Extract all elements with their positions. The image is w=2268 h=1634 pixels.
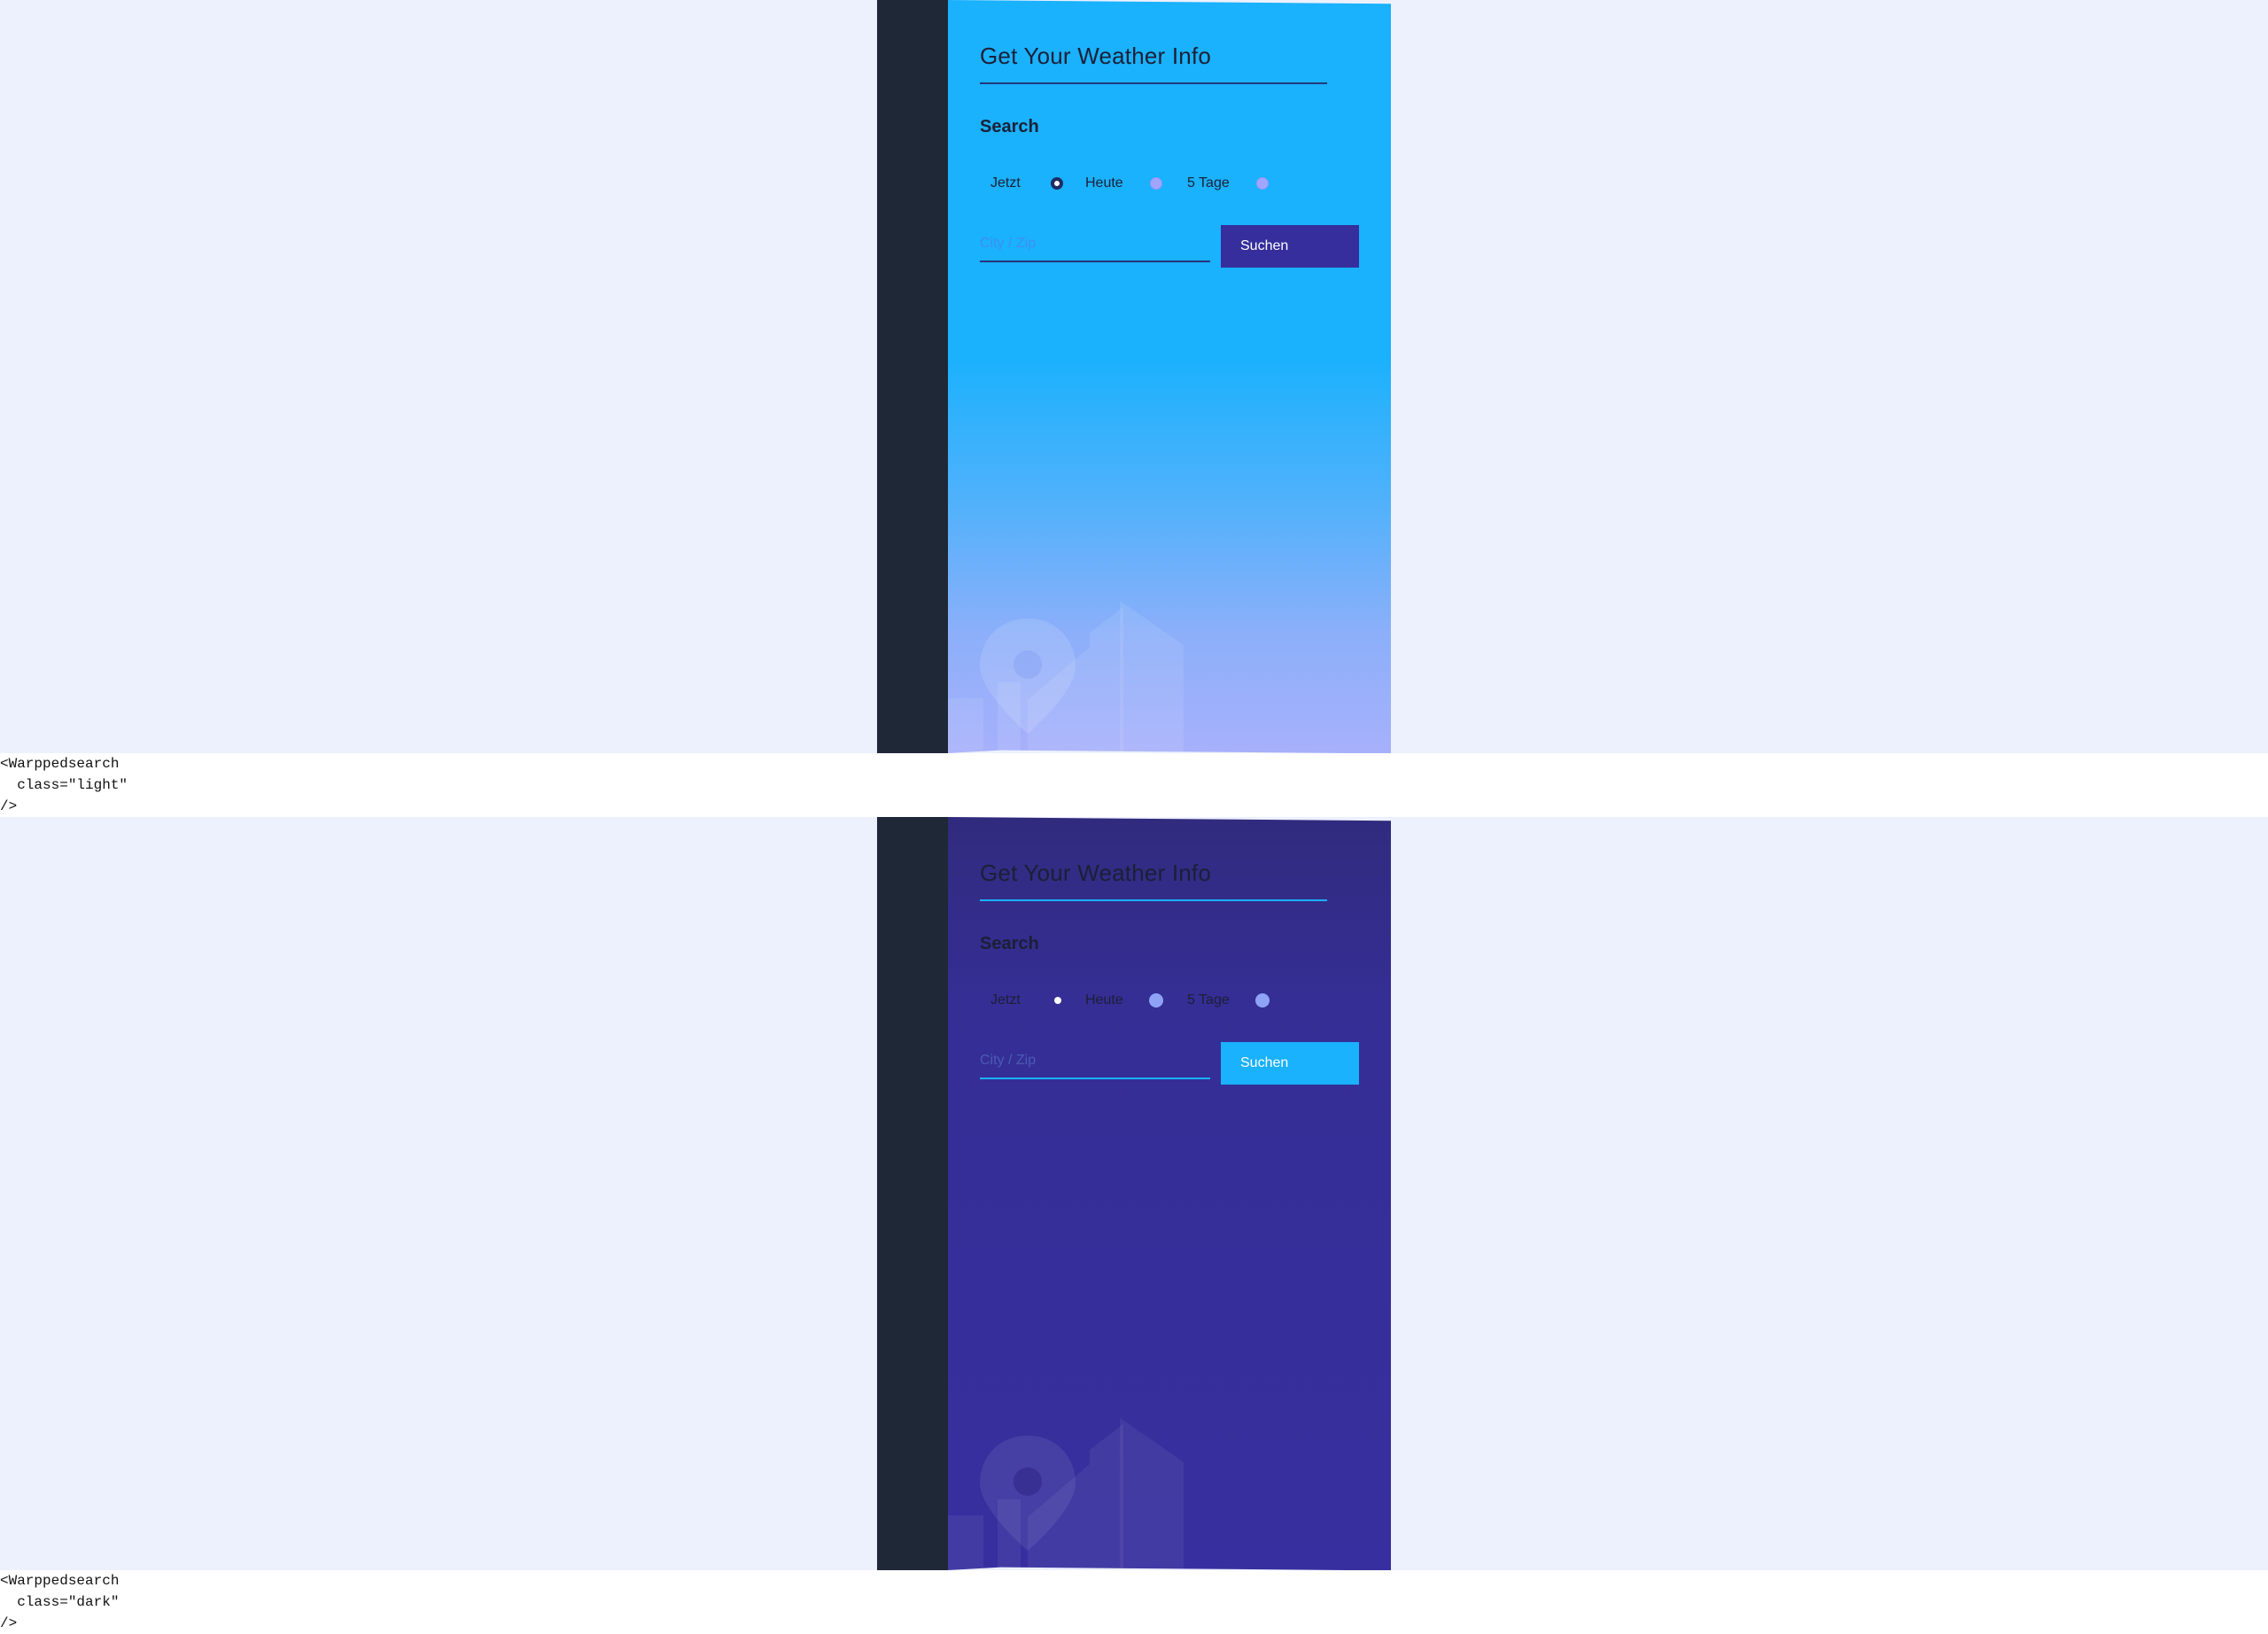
radio-jetzt[interactable] (1054, 997, 1061, 1004)
radio-label-5-tage: 5 Tage (1187, 175, 1230, 191)
weather-search-card: Get Your Weather Info Search Jetzt Heute… (948, 817, 1391, 1570)
city-decoration (948, 1418, 1184, 1570)
city-zip-input[interactable] (980, 1044, 1210, 1079)
city-decoration (948, 601, 1184, 753)
radio-label-5-tage: 5 Tage (1187, 992, 1230, 1008)
radio-label-heute: Heute (1085, 992, 1123, 1008)
title-underline (980, 82, 1327, 84)
card-title: Get Your Weather Info (980, 43, 1212, 69)
code-snippet-dark: <Warppedsearch class="dark" /> (0, 1573, 120, 1631)
radio-label-jetzt: Jetzt (990, 992, 1021, 1008)
radio-jetzt[interactable] (1051, 177, 1063, 190)
sidebar (877, 817, 948, 1570)
card-title: Get Your Weather Info (980, 860, 1212, 886)
search-button[interactable]: Suchen (1221, 225, 1359, 268)
radio-heute[interactable] (1149, 993, 1163, 1008)
radio-5-tage[interactable] (1256, 177, 1269, 190)
radio-heute[interactable] (1150, 177, 1162, 190)
code-snippet-light: <Warppedsearch class="light" /> (0, 756, 128, 814)
light-preview-stage: Get Your Weather Info Search Jetzt Heute… (0, 0, 2268, 753)
weather-search-card: Get Your Weather Info Search Jetzt Heute… (948, 0, 1391, 753)
sidebar (877, 0, 948, 753)
search-label: Search (980, 117, 1039, 136)
city-zip-input[interactable] (980, 227, 1210, 262)
radio-label-heute: Heute (1085, 175, 1123, 191)
dark-preview-stage: Get Your Weather Info Search Jetzt Heute… (0, 817, 2268, 1570)
search-button[interactable]: Suchen (1221, 1042, 1359, 1085)
radio-5-tage[interactable] (1255, 993, 1270, 1008)
title-underline (980, 899, 1327, 901)
radio-label-jetzt: Jetzt (990, 175, 1021, 191)
search-label: Search (980, 934, 1039, 953)
